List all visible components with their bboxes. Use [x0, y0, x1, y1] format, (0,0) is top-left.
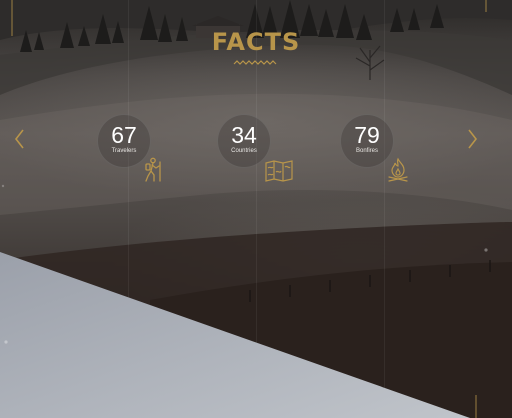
decorative-marks [1, 0, 488, 418]
facts-hero: FACTS 67 Travelers 34 Countries 79 Bonfi… [0, 0, 512, 418]
